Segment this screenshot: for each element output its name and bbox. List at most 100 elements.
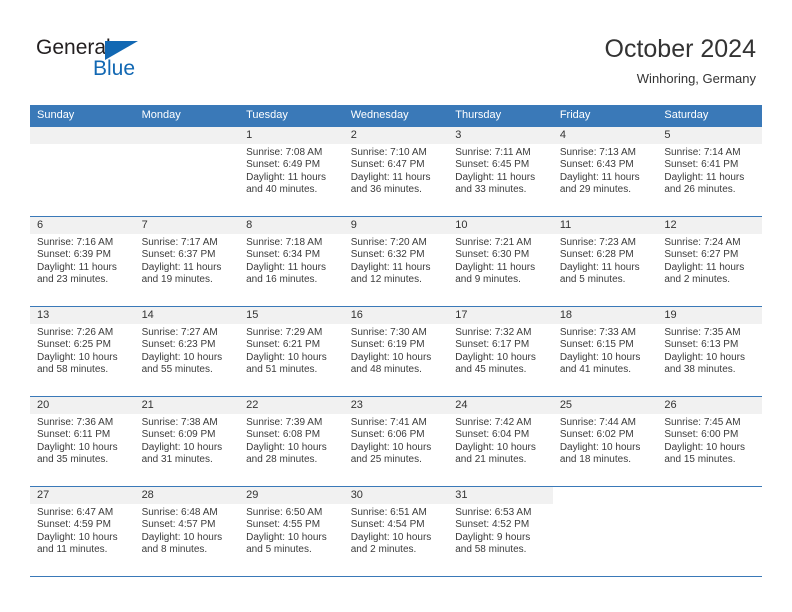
day-number: 26 (657, 397, 762, 414)
day-details: Sunrise: 7:33 AM Sunset: 6:15 PM Daylight:… (553, 324, 658, 377)
day-cell-2[interactable]: 2 Sunrise: 7:10 AM Sunset: 6:47 PM Daylight… (343, 126, 449, 217)
day-details: Sunrise: 7:36 AM Sunset: 6:11 PM Daylight:… (30, 414, 135, 467)
sunset-text: Sunset: 6:17 PM (455, 339, 530, 351)
day-cell-18[interactable]: 18 Sunrise: 7:33 AM Sunset: 6:15 PM Dayligh… (552, 306, 658, 397)
daylight-text: Daylight: 10 hours (37, 441, 118, 453)
day-number: 4 (552, 127, 658, 144)
daylight-text: and 21 minutes. (455, 454, 527, 466)
day-cell-4[interactable]: 4 Sunrise: 7:13 AM Sunset: 6:43 PM Daylight… (552, 126, 658, 217)
daylight-text: Daylight: 11 hours (664, 261, 745, 273)
day-cell-empty (552, 486, 658, 577)
day-details: Sunrise: 7:26 AM Sunset: 6:25 PM Daylight:… (30, 324, 135, 377)
day-cell-26[interactable]: 26 Sunrise: 7:45 AM Sunset: 6:00 PM Dayligh… (657, 396, 762, 487)
day-number: 20 (30, 397, 135, 414)
sunset-text: Sunset: 6:11 PM (37, 429, 111, 441)
sunrise-text: Sunrise: 7:17 AM (141, 237, 218, 248)
day-details: Sunrise: 7:20 AM Sunset: 6:32 PM Daylight:… (344, 234, 449, 287)
day-cell-25[interactable]: 25 Sunrise: 7:44 AM Sunset: 6:02 PM Dayligh… (552, 396, 658, 487)
day-cell-23[interactable]: 23 Sunrise: 7:41 AM Sunset: 6:06 PM Dayligh… (343, 396, 449, 487)
day-details: Sunrise: 7:44 AM Sunset: 6:02 PM Daylight:… (553, 414, 658, 467)
weekday-header-tuesday: Tuesday (239, 105, 344, 127)
daylight-text: and 55 minutes. (141, 364, 213, 376)
day-details: Sunrise: 7:45 AM Sunset: 6:00 PM Daylight:… (657, 414, 762, 467)
day-cell-27[interactable]: 27 Sunrise: 6:47 AM Sunset: 4:59 PM Dayligh… (30, 486, 135, 577)
day-details: Sunrise: 7:29 AM Sunset: 6:21 PM Daylight:… (239, 324, 344, 377)
sunset-text: Sunset: 6:02 PM (559, 429, 634, 441)
day-number (134, 127, 240, 144)
day-number: 13 (30, 307, 135, 324)
daylight-text: Daylight: 10 hours (559, 441, 641, 453)
day-details: Sunrise: 7:17 AM Sunset: 6:37 PM Daylight:… (135, 234, 240, 287)
weekday-header-row: Sunday Monday Tuesday Wednesday Thursday… (30, 105, 762, 127)
calendar-grid: Sunday Monday Tuesday Wednesday Thursday… (30, 105, 762, 577)
day-details: Sunrise: 6:47 AM Sunset: 4:59 PM Daylight:… (30, 504, 135, 557)
day-cell-31[interactable]: 31 Sunrise: 6:53 AM Sunset: 4:52 PM Dayligh… (448, 486, 553, 577)
day-cell-28[interactable]: 28 Sunrise: 6:48 AM Sunset: 4:57 PM Dayligh… (134, 486, 240, 577)
day-cell-6[interactable]: 6 Sunrise: 7:16 AM Sunset: 6:39 PM Daylight… (30, 216, 135, 307)
day-details: Sunrise: 7:21 AM Sunset: 6:30 PM Daylight:… (448, 234, 553, 287)
sunrise-text: Sunrise: 7:14 AM (664, 147, 741, 158)
day-cell-16[interactable]: 16 Sunrise: 7:30 AM Sunset: 6:19 PM Dayligh… (343, 306, 449, 397)
day-details: Sunrise: 7:39 AM Sunset: 6:08 PM Daylight:… (239, 414, 344, 467)
daylight-text: and 28 minutes. (246, 454, 318, 466)
sunrise-text: Sunrise: 7:38 AM (141, 417, 218, 428)
sunrise-text: Sunrise: 7:44 AM (559, 417, 636, 428)
day-cell-21[interactable]: 21 Sunrise: 7:38 AM Sunset: 6:09 PM Dayligh… (134, 396, 240, 487)
sunset-text: Sunset: 6:47 PM (350, 159, 425, 171)
sunrise-text: Sunrise: 7:23 AM (559, 237, 636, 248)
day-cell-12[interactable]: 12 Sunrise: 7:24 AM Sunset: 6:27 PM Dayligh… (657, 216, 762, 307)
day-details: Sunrise: 7:35 AM Sunset: 6:13 PM Daylight:… (657, 324, 762, 377)
day-cell-19[interactable]: 19 Sunrise: 7:35 AM Sunset: 6:13 PM Dayligh… (657, 306, 762, 397)
day-cell-15[interactable]: 15 Sunrise: 7:29 AM Sunset: 6:21 PM Dayligh… (239, 306, 344, 397)
day-cell-13[interactable]: 13 Sunrise: 7:26 AM Sunset: 6:25 PM Dayligh… (30, 306, 135, 397)
day-details: Sunrise: 7:32 AM Sunset: 6:17 PM Daylight:… (448, 324, 553, 377)
day-number: 27 (30, 487, 135, 504)
day-cell-7[interactable]: 7 Sunrise: 7:17 AM Sunset: 6:37 PM Daylight… (134, 216, 240, 307)
day-cell-9[interactable]: 9 Sunrise: 7:20 AM Sunset: 6:32 PM Daylight… (343, 216, 449, 307)
day-cell-22[interactable]: 22 Sunrise: 7:39 AM Sunset: 6:08 PM Dayligh… (239, 396, 344, 487)
daylight-text: and 25 minutes. (350, 454, 422, 466)
daylight-text: Daylight: 10 hours (141, 441, 223, 453)
day-cell-3[interactable]: 3 Sunrise: 7:11 AM Sunset: 6:45 PM Daylight… (448, 126, 553, 217)
day-cell-30[interactable]: 30 Sunrise: 6:51 AM Sunset: 4:54 PM Dayligh… (343, 486, 449, 577)
day-cell-1[interactable]: 1 Sunrise: 7:08 AM Sunset: 6:49 PM Daylight… (239, 126, 344, 217)
day-cell-10[interactable]: 10 Sunrise: 7:21 AM Sunset: 6:30 PM Dayligh… (448, 216, 553, 307)
daylight-text: and 29 minutes. (559, 184, 631, 196)
sunrise-text: Sunrise: 7:35 AM (664, 327, 741, 338)
day-cell-29[interactable]: 29 Sunrise: 6:50 AM Sunset: 4:55 PM Dayligh… (239, 486, 344, 577)
sunrise-text: Sunrise: 7:24 AM (664, 237, 741, 248)
sunset-text: Sunset: 6:37 PM (141, 249, 216, 261)
daylight-text: Daylight: 10 hours (246, 351, 327, 363)
weekday-header-thursday: Thursday (448, 105, 553, 127)
sunrise-text: Sunrise: 6:48 AM (141, 507, 218, 518)
day-details: Sunrise: 7:38 AM Sunset: 6:09 PM Daylight:… (135, 414, 240, 467)
daylight-text: Daylight: 10 hours (246, 441, 327, 453)
calendar-week-row: 13 Sunrise: 7:26 AM Sunset: 6:25 PM Dayligh… (30, 306, 762, 397)
day-cell-11[interactable]: 11 Sunrise: 7:23 AM Sunset: 6:28 PM Dayligh… (552, 216, 658, 307)
sunset-text: Sunset: 6:06 PM (350, 429, 425, 441)
general-blue-logo[interactable]: General Blue (36, 36, 166, 86)
day-number: 24 (448, 397, 553, 414)
day-cell-5[interactable]: 5 Sunrise: 7:14 AM Sunset: 6:41 PM Daylight… (657, 126, 762, 217)
daylight-text: Daylight: 11 hours (455, 261, 536, 273)
day-details: Sunrise: 7:23 AM Sunset: 6:28 PM Daylight:… (553, 234, 658, 287)
day-cell-24[interactable]: 24 Sunrise: 7:42 AM Sunset: 6:04 PM Dayligh… (448, 396, 553, 487)
sunrise-text: Sunrise: 7:26 AM (37, 327, 114, 338)
daylight-text: and 58 minutes. (37, 364, 109, 376)
weekday-header-sunday: Sunday (30, 105, 135, 127)
sunrise-text: Sunrise: 7:45 AM (664, 417, 741, 428)
daylight-text: and 19 minutes. (141, 274, 213, 286)
sunset-text: Sunset: 4:59 PM (37, 519, 111, 531)
day-details: Sunrise: 7:41 AM Sunset: 6:06 PM Daylight:… (344, 414, 449, 467)
day-number: 1 (239, 127, 344, 144)
day-cell-17[interactable]: 17 Sunrise: 7:32 AM Sunset: 6:17 PM Dayligh… (448, 306, 553, 397)
day-number: 23 (343, 397, 449, 414)
day-cell-14[interactable]: 14 Sunrise: 7:27 AM Sunset: 6:23 PM Dayligh… (134, 306, 240, 397)
sunrise-text: Sunrise: 7:39 AM (246, 417, 323, 428)
sunrise-text: Sunrise: 7:20 AM (350, 237, 427, 248)
daylight-text: Daylight: 11 hours (350, 261, 431, 273)
day-number: 11 (552, 217, 658, 234)
day-cell-20[interactable]: 20 Sunrise: 7:36 AM Sunset: 6:11 PM Dayligh… (30, 396, 135, 487)
day-cell-8[interactable]: 8 Sunrise: 7:18 AM Sunset: 6:34 PM Daylight… (239, 216, 344, 307)
day-details: Sunrise: 7:10 AM Sunset: 6:47 PM Daylight:… (344, 144, 449, 197)
